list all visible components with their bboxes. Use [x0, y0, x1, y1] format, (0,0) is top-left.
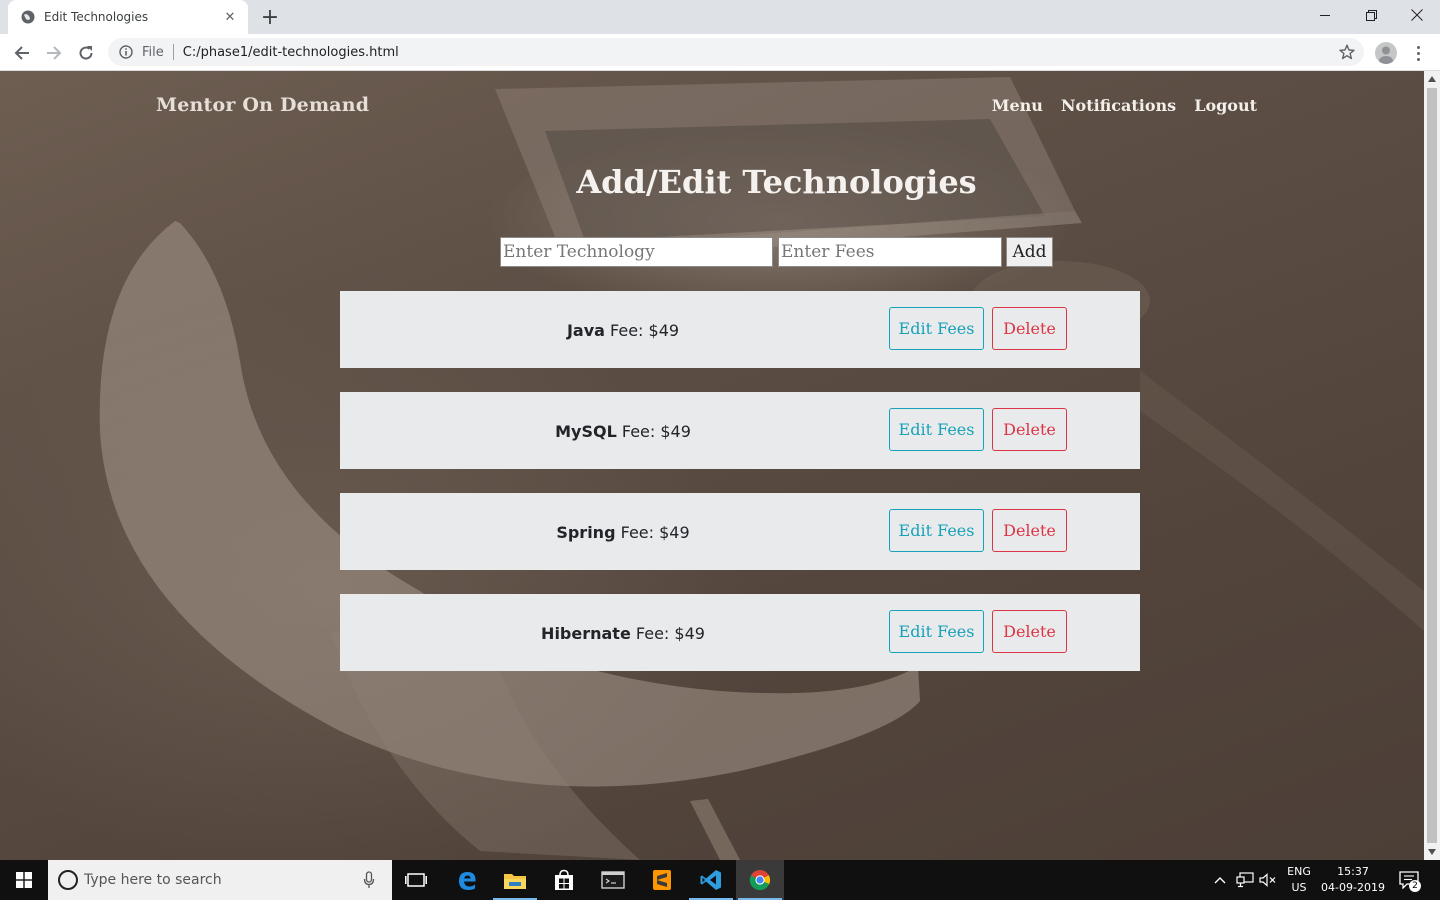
scrollbar-thumb[interactable] [1427, 88, 1437, 843]
task-view-icon[interactable] [392, 860, 440, 900]
technology-label: Spring Fee: $49 [340, 523, 906, 542]
restore-button[interactable] [1348, 0, 1394, 30]
page-title: Add/Edit Technologies [576, 163, 977, 201]
edit-fees-button[interactable]: Edit Fees [889, 307, 984, 350]
edit-fees-button[interactable]: Edit Fees [889, 509, 984, 552]
reload-icon [79, 46, 93, 60]
input-language-indicator[interactable]: ENG US [1282, 860, 1316, 900]
add-button[interactable]: Add [1006, 237, 1053, 267]
technology-name: MySQL [555, 422, 617, 441]
cortana-icon [58, 870, 78, 890]
forward-arrow-icon [47, 46, 62, 60]
close-window-icon [1411, 9, 1423, 21]
back-arrow-icon [14, 46, 29, 60]
nav-notifications-link[interactable]: Notifications [1061, 96, 1176, 115]
taskbar-search-placeholder: Type here to search [84, 872, 222, 888]
nav-menu-link[interactable]: Menu [992, 96, 1043, 115]
restore-icon [1365, 9, 1377, 21]
technology-fee: Fee: $49 [635, 624, 705, 643]
minimize-icon [1319, 14, 1330, 16]
technology-name: Java [566, 321, 605, 340]
delete-button[interactable]: Delete [992, 408, 1067, 451]
terminal-icon[interactable] [589, 860, 637, 900]
technology-fee: Fee: $49 [621, 422, 691, 441]
minimize-button[interactable] [1302, 0, 1348, 30]
microphone-icon[interactable] [360, 871, 378, 889]
add-technology-form: Add [500, 237, 1053, 267]
top-nav: Menu Notifications Logout [992, 96, 1257, 115]
technology-name: Hibernate [541, 624, 631, 643]
sublime-text-icon[interactable] [638, 860, 686, 900]
taskbar-search[interactable]: Type here to search [48, 860, 392, 900]
bookmark-star-icon[interactable] [1338, 43, 1356, 61]
windows-start-icon[interactable] [0, 860, 48, 900]
forward-button[interactable] [41, 40, 67, 66]
technology-fee: Fee: $49 [620, 523, 690, 542]
url-text[interactable]: C:/phase1/edit-technologies.html [183, 45, 399, 60]
scroll-down-icon[interactable] [1424, 844, 1440, 860]
network-icon[interactable] [1236, 860, 1254, 900]
clock-date: 04-09-2019 [1321, 881, 1385, 894]
profile-avatar-icon[interactable] [1375, 42, 1397, 64]
url-separator [172, 44, 174, 60]
url-scheme-label: File [142, 44, 164, 60]
technology-name: Spring [556, 523, 616, 542]
vscode-icon[interactable] [687, 860, 735, 900]
browser-tabstrip: Edit Technologies ✕ + [0, 0, 1440, 34]
reload-button[interactable] [73, 40, 99, 66]
microsoft-store-icon[interactable] [540, 860, 588, 900]
tray-overflow-icon[interactable] [1212, 860, 1228, 900]
clock-time: 15:37 [1337, 865, 1369, 878]
delete-button[interactable]: Delete [992, 307, 1067, 350]
browser-menu-icon[interactable] [1410, 42, 1426, 64]
edit-fees-button[interactable]: Edit Fees [889, 408, 984, 451]
system-clock[interactable]: 15:37 04-09-2019 [1320, 860, 1386, 900]
fees-input[interactable] [778, 237, 1002, 267]
edge-browser-icon[interactable] [443, 860, 491, 900]
technology-card: Java Fee: $49 Edit Fees Delete [340, 291, 1140, 368]
nav-logout-link[interactable]: Logout [1194, 96, 1257, 115]
technology-label: Hibernate Fee: $49 [340, 624, 906, 643]
browser-toolbar: File C:/phase1/edit-technologies.html [0, 34, 1440, 71]
technology-list: Java Fee: $49 Edit Fees Delete MySQL Fee… [340, 291, 1140, 695]
tab-title: Edit Technologies [44, 10, 149, 24]
technology-fee: Fee: $49 [610, 321, 680, 340]
technology-card: Hibernate Fee: $49 Edit Fees Delete [340, 594, 1140, 671]
language-code: ENG [1287, 865, 1311, 878]
close-window-button[interactable] [1394, 0, 1440, 30]
windows-taskbar: Type here to search ENG US 15:37 04-09-2… [0, 860, 1440, 900]
technology-card: Spring Fee: $49 Edit Fees Delete [340, 493, 1140, 570]
region-code: US [1291, 881, 1307, 894]
edit-fees-button[interactable]: Edit Fees [889, 610, 984, 653]
chrome-icon[interactable] [736, 860, 784, 900]
notification-count-badge: 2 [1409, 880, 1421, 892]
delete-button[interactable]: Delete [992, 610, 1067, 653]
file-explorer-icon[interactable] [491, 860, 539, 900]
delete-button[interactable]: Delete [992, 509, 1067, 552]
page-viewport: Mentor On Demand Menu Notifications Logo… [0, 71, 1424, 860]
address-bar[interactable]: File C:/phase1/edit-technologies.html [108, 38, 1364, 66]
technology-label: MySQL Fee: $49 [340, 422, 906, 441]
technology-card: MySQL Fee: $49 Edit Fees Delete [340, 392, 1140, 469]
action-center-icon[interactable]: 2 [1396, 868, 1422, 892]
info-icon[interactable] [118, 44, 134, 60]
browser-tab[interactable]: Edit Technologies ✕ [8, 0, 248, 34]
globe-icon [20, 9, 36, 25]
page-scrollbar[interactable] [1424, 71, 1440, 860]
back-button[interactable] [9, 40, 35, 66]
technology-label: Java Fee: $49 [340, 321, 906, 340]
technology-input[interactable] [500, 237, 773, 267]
scroll-up-icon[interactable] [1424, 71, 1440, 87]
close-tab-icon[interactable]: ✕ [222, 9, 238, 25]
volume-muted-icon[interactable] [1259, 860, 1277, 900]
new-tab-button[interactable]: + [258, 5, 282, 30]
brand-logo[interactable]: Mentor On Demand [156, 94, 369, 116]
